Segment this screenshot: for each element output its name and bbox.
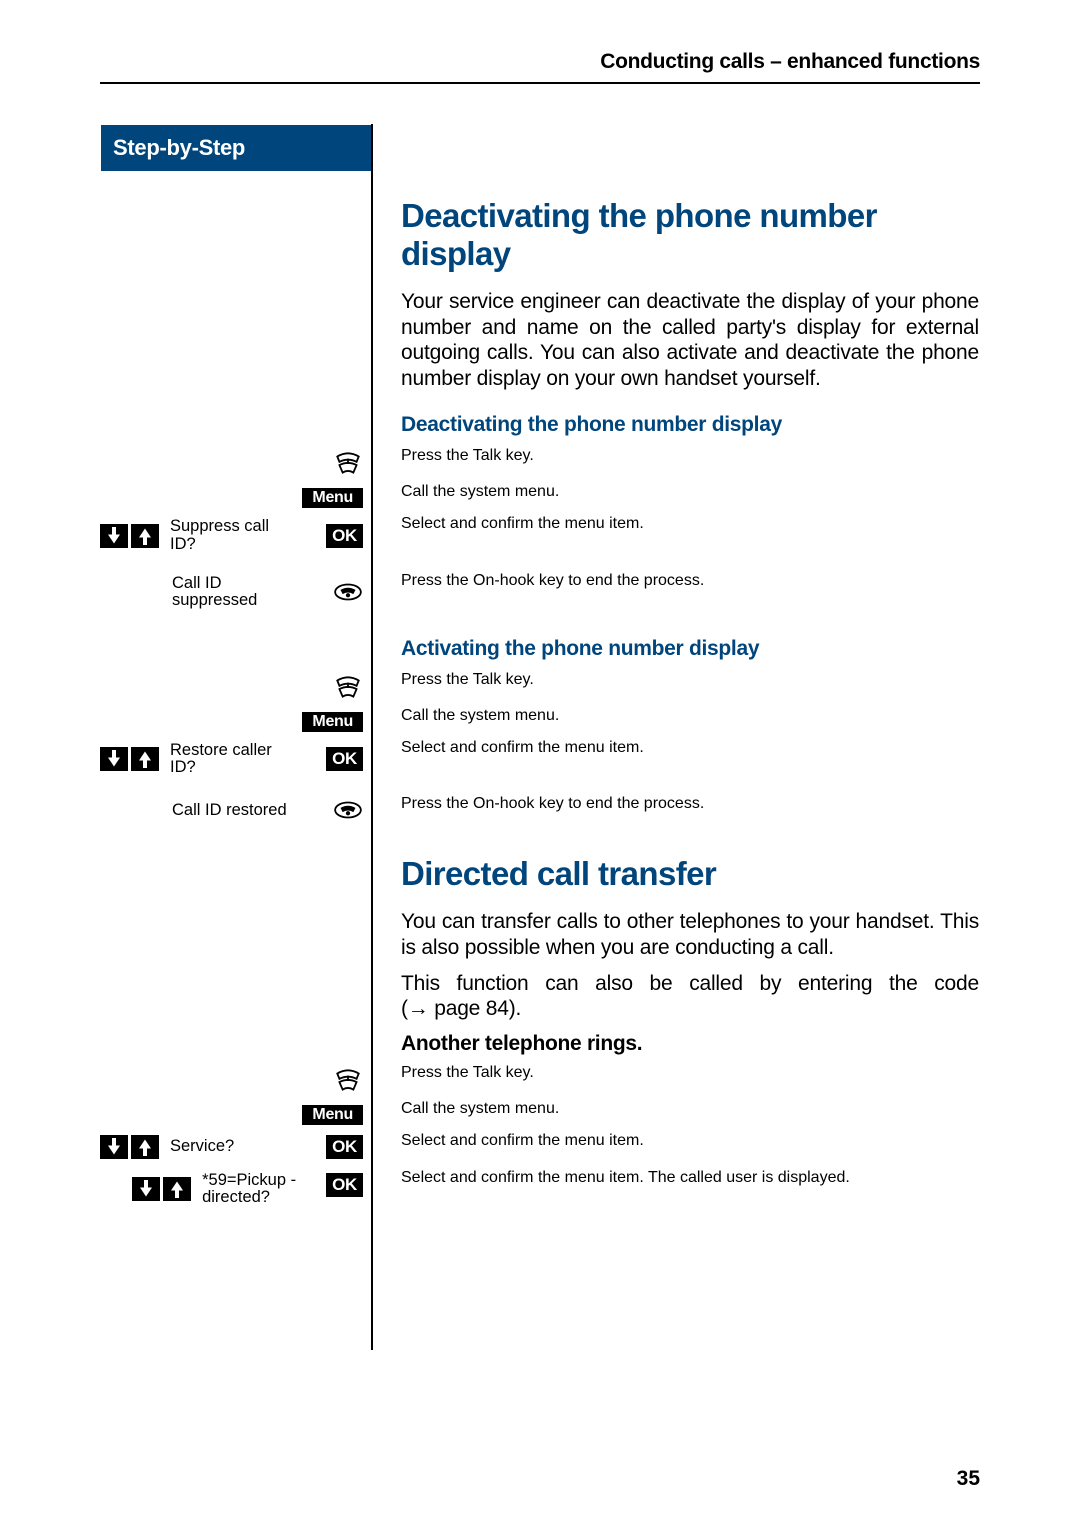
ok-key: OK xyxy=(326,1173,363,1197)
arrow-down-icon xyxy=(100,1135,128,1159)
talk-key-icon xyxy=(333,1069,363,1093)
ok-key: OK xyxy=(326,1135,363,1159)
h1-deactivate: Deactivating the phone number display xyxy=(401,197,979,273)
menu-key: Menu xyxy=(302,488,363,508)
page-layout: Step-by-Step Deactivating the phone numb… xyxy=(100,124,980,1350)
step-text: Press the Talk key. xyxy=(401,671,979,689)
arrow-down-icon xyxy=(100,524,128,548)
h2-activate: Activating the phone number display xyxy=(401,637,979,661)
ok-key: OK xyxy=(326,524,363,548)
display-label: Call ID restored xyxy=(172,802,287,819)
step-text: Select and confirm the menu item. xyxy=(401,1132,979,1150)
step-text: Press the Talk key. xyxy=(401,447,979,465)
intro-text: You can transfer calls to other telephon… xyxy=(401,909,979,960)
arrow-right-icon: → xyxy=(408,997,429,1020)
page-xref[interactable]: → page 84). xyxy=(408,997,521,1020)
talk-key-icon xyxy=(333,452,363,476)
step-text: Press the On-hook key to end the process… xyxy=(401,795,979,813)
step-text: Select and confirm the menu item. xyxy=(401,515,979,533)
menu-key: Menu xyxy=(302,712,363,732)
display-label: Call ID suppressed xyxy=(172,575,290,610)
display-label: Restore caller ID? xyxy=(170,742,288,777)
h1-directed-transfer: Directed call transfer xyxy=(401,855,979,893)
h2-deactivate: Deactivating the phone number display xyxy=(401,413,979,437)
running-header: Conducting calls – enhanced functions xyxy=(100,50,980,84)
step-text: Press the Talk key. xyxy=(401,1064,979,1082)
step-text: Call the system menu. xyxy=(401,483,979,501)
xref-text: page 84). xyxy=(429,997,522,1020)
menu-key: Menu xyxy=(302,1105,363,1125)
arrow-up-icon xyxy=(131,524,159,548)
step-text: Call the system menu. xyxy=(401,1100,979,1118)
sidebar-title: Step-by-Step xyxy=(101,125,371,171)
onhook-key-icon xyxy=(333,580,363,604)
step-text: Press the On-hook key to end the process… xyxy=(401,572,979,590)
arrow-up-icon xyxy=(131,1135,159,1159)
arrow-up-icon xyxy=(163,1177,191,1201)
arrow-up-icon xyxy=(131,747,159,771)
page-number: 35 xyxy=(957,1467,980,1491)
display-label: *59=Pickup - directed? xyxy=(202,1172,320,1207)
onhook-key-icon xyxy=(333,798,363,822)
arrow-down-icon xyxy=(132,1177,160,1201)
intro-text: Your service engineer can deactivate the… xyxy=(401,289,979,391)
display-label: Service? xyxy=(170,1138,234,1155)
step-text: Select and confirm the menu item. xyxy=(401,739,979,757)
display-label: Suppress call ID? xyxy=(170,518,288,553)
step-text: Select and confirm the menu item. The ca… xyxy=(401,1169,979,1187)
ok-key: OK xyxy=(326,747,363,771)
arrow-down-icon xyxy=(100,747,128,771)
talk-key-icon xyxy=(333,676,363,700)
h2-another-rings: Another telephone rings. xyxy=(401,1032,979,1056)
step-text: Call the system menu. xyxy=(401,707,979,725)
intro-text: This function can also be called by ente… xyxy=(401,971,979,1022)
